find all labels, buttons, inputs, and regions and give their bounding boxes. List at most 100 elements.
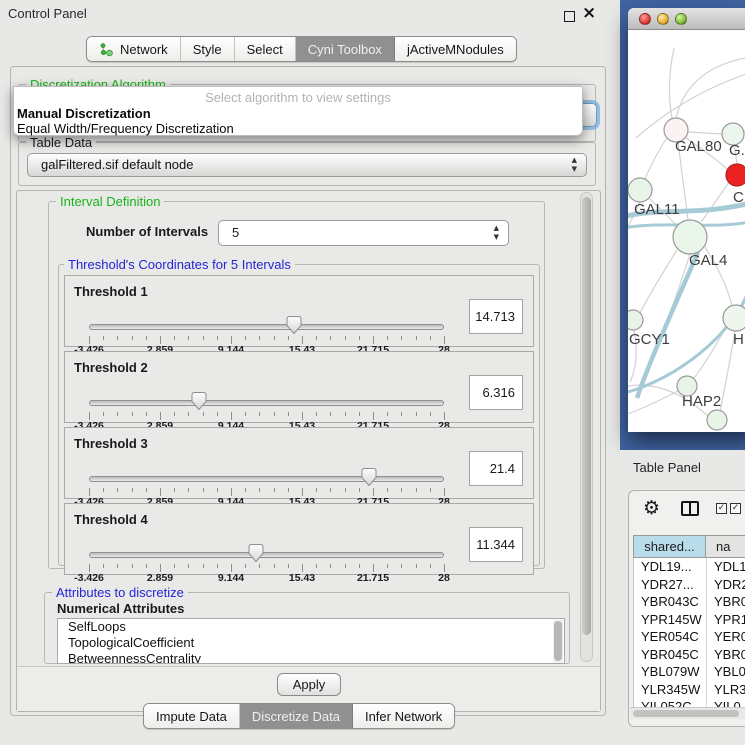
- number-of-intervals-value: 5: [232, 225, 239, 240]
- table-row[interactable]: YDR27...YDR2: [634, 576, 745, 594]
- cell-name[interactable]: YDL1: [707, 558, 745, 576]
- table-data-combobox[interactable]: galFiltered.sif default node ▲▼: [27, 153, 587, 177]
- network-edge: [676, 56, 745, 118]
- slider-track[interactable]: [89, 324, 444, 330]
- slider-thumb[interactable]: [247, 543, 265, 563]
- slider-tick: [345, 564, 346, 568]
- cell-shared-name[interactable]: YBR045C: [634, 646, 707, 664]
- network-canvas[interactable]: GAL80G.CGAL11GAL4GCY1HHAP2: [628, 30, 745, 432]
- cell-name[interactable]: YBR0: [707, 593, 745, 611]
- checkbox-filter-icon[interactable]: ✓: [716, 503, 727, 514]
- network-window-titlebar[interactable]: [628, 8, 745, 30]
- network-node-h[interactable]: [723, 305, 745, 331]
- apply-button[interactable]: Apply: [277, 673, 341, 696]
- cell-name[interactable]: YER0: [707, 628, 745, 646]
- slider-tick: [387, 336, 388, 340]
- table-row[interactable]: YDL19...YDL1: [634, 558, 745, 576]
- dropdown-item-manual-discretization[interactable]: Manual Discretization: [17, 106, 151, 121]
- columns-icon[interactable]: [681, 501, 699, 516]
- cell-name[interactable]: YBL0: [707, 663, 745, 681]
- slider-track[interactable]: [89, 552, 444, 558]
- tab-style[interactable]: Style: [181, 37, 235, 61]
- cell-shared-name[interactable]: YBR043C: [634, 593, 707, 611]
- table-row[interactable]: YBR043CYBR0: [634, 593, 745, 611]
- numerical-attributes-list[interactable]: SelfLoopsTopologicalCoefficientBetweenne…: [57, 618, 565, 664]
- checkbox-filter-icon-2[interactable]: ✓: [730, 503, 741, 514]
- slider-tick: [103, 564, 104, 568]
- table-row[interactable]: YER054CYER0: [634, 628, 745, 646]
- cell-shared-name[interactable]: YPR145W: [634, 611, 707, 629]
- scrollbar-thumb[interactable]: [582, 197, 591, 635]
- threshold-value-field[interactable]: 11.344: [469, 527, 523, 562]
- table-row[interactable]: YLR345WYLR3: [634, 681, 745, 699]
- slider-tick: [430, 488, 431, 492]
- tab-label: Impute Data: [156, 709, 227, 724]
- slider-tick: [203, 564, 204, 568]
- slider-tick: [274, 564, 275, 568]
- horizontal-scrollbar[interactable]: [630, 707, 745, 719]
- gear-icon[interactable]: ⚙: [643, 498, 660, 518]
- cell-shared-name[interactable]: YBL079W: [634, 663, 707, 681]
- cell-shared-name[interactable]: YLR345W: [634, 681, 707, 699]
- network-node-gal4[interactable]: [673, 220, 707, 254]
- spinner-stepper-icon[interactable]: ▲▼: [494, 224, 499, 242]
- network-node-gal11[interactable]: [628, 178, 652, 202]
- vertical-scrollbar[interactable]: [580, 192, 593, 662]
- list-item-selfloops[interactable]: SelfLoops: [58, 619, 564, 635]
- cell-name[interactable]: YLR3: [707, 681, 745, 699]
- threshold-value-field[interactable]: 21.4: [469, 451, 523, 486]
- horizontal-scrollbar-thumb[interactable]: [633, 710, 739, 717]
- table-row[interactable]: YBL079WYBL0: [634, 663, 745, 681]
- slider-thumb[interactable]: [285, 315, 303, 335]
- cell-name[interactable]: YIL0: [707, 698, 741, 707]
- slider-tick: [146, 412, 147, 416]
- cell-shared-name[interactable]: YIL052C: [634, 698, 707, 707]
- cell-shared-name[interactable]: YDR27...: [634, 576, 707, 594]
- zoom-traffic-light-icon[interactable]: [675, 13, 687, 25]
- cell-name[interactable]: YDR2: [707, 576, 745, 594]
- network-node[interactable]: [707, 410, 727, 430]
- slider-track[interactable]: [89, 400, 444, 406]
- slider-tick: [174, 336, 175, 340]
- cell-name[interactable]: YBR0: [707, 646, 745, 664]
- list-scrollbar-thumb[interactable]: [554, 621, 562, 661]
- cell-shared-name[interactable]: YDL19...: [634, 558, 707, 576]
- number-of-intervals-spinner[interactable]: 5 ▲▼: [218, 220, 509, 246]
- cell-shared-name[interactable]: YER054C: [634, 628, 707, 646]
- tab-impute-data[interactable]: Impute Data: [144, 704, 240, 728]
- table-row[interactable]: YBR045CYBR0: [634, 646, 745, 664]
- tab-select[interactable]: Select: [235, 37, 296, 61]
- slider-tick: [160, 488, 161, 496]
- network-node-gcy1[interactable]: [628, 310, 643, 330]
- combo-stepper-icon[interactable]: ▲▼: [572, 156, 577, 174]
- slider-track[interactable]: [89, 476, 444, 482]
- slider-tick: [373, 488, 374, 496]
- column-header-shared-name[interactable]: shared...: [633, 535, 706, 558]
- slider-thumb[interactable]: [360, 467, 378, 487]
- tab-cyni-toolbox[interactable]: Cyni Toolbox: [296, 37, 395, 61]
- dropdown-item-equal-width-frequency[interactable]: Equal Width/Frequency Discretization: [17, 121, 234, 136]
- slider-tick: [288, 488, 289, 492]
- table-row[interactable]: YPR145WYPR1: [634, 611, 745, 629]
- tab-infer-network[interactable]: Infer Network: [353, 704, 454, 728]
- tab-network[interactable]: Network: [87, 37, 181, 61]
- slider-thumb[interactable]: [190, 391, 208, 411]
- list-scrollbar[interactable]: [553, 620, 563, 664]
- slider-tick: [302, 488, 303, 496]
- threshold-value-field[interactable]: 14.713: [469, 299, 523, 334]
- tab-label: Style: [193, 42, 222, 57]
- table-row[interactable]: YIL052CYIL0: [634, 698, 745, 707]
- close-traffic-light-icon[interactable]: [639, 13, 651, 25]
- list-item-betweennesscentrality[interactable]: BetweennessCentrality: [58, 651, 564, 664]
- tab-discretize-data[interactable]: Discretize Data: [240, 704, 353, 728]
- cell-name[interactable]: YPR1: [707, 611, 745, 629]
- column-header-name[interactable]: na: [706, 535, 745, 558]
- slider-tick: [188, 488, 189, 492]
- network-node-c[interactable]: [726, 164, 745, 186]
- minimize-traffic-light-icon[interactable]: [657, 13, 669, 25]
- float-window-icon[interactable]: [564, 11, 575, 22]
- tab-jactivemnodules[interactable]: jActiveMNodules: [395, 37, 516, 61]
- close-icon[interactable]: ×: [582, 3, 596, 23]
- threshold-value-field[interactable]: 6.316: [469, 375, 523, 410]
- list-item-topologicalcoefficient[interactable]: TopologicalCoefficient: [58, 635, 564, 651]
